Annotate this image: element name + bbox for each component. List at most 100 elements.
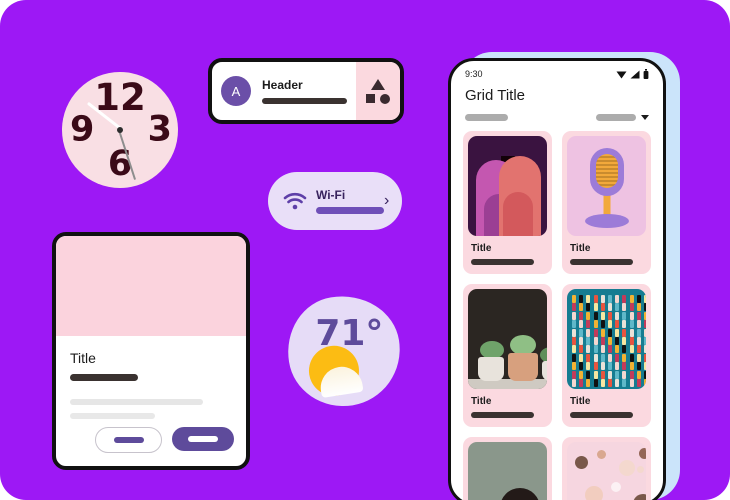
grid-card[interactable]: Title [562,437,651,500]
tile [579,337,584,345]
status-time: 9:30 [465,69,483,79]
chevron-down-icon [641,115,649,120]
tile [572,311,576,320]
tile [644,345,646,354]
avatar: A [221,76,251,106]
tile [615,345,620,354]
shapes-panel [356,62,400,120]
tile [636,320,641,329]
thumbnail-two-face-silhouettes [468,136,547,236]
grid-card-subtitle-bar [471,412,534,418]
tile [600,295,605,303]
tile [593,353,598,362]
tile [593,320,598,329]
tile [615,362,620,371]
clock-numeral-12: 12 [94,76,146,119]
design-showcase-canvas: 12 3 6 9 A Header Wi-Fi › Title 71° 9:30… [0,0,730,500]
clock-widget[interactable]: 12 3 6 9 [62,72,178,188]
wifi-tile[interactable]: Wi-Fi › [268,172,402,230]
tile [600,345,605,354]
tile [572,362,576,371]
tile [608,303,612,312]
tile [622,320,627,329]
grid-card-title: Title [471,396,492,407]
tile [615,303,620,312]
tile [615,379,620,387]
secondary-button-label-bar [113,437,144,443]
tile [600,337,605,345]
tile [615,337,620,345]
tile [600,328,605,337]
status-bar: 9:30 [451,61,663,79]
grid-card[interactable]: Title [562,131,651,274]
tile [644,337,646,345]
grid-card[interactable]: Title [463,437,552,500]
wifi-label: Wi-Fi [316,188,346,202]
tile [572,320,576,329]
card-title: Title [70,350,96,366]
tile [586,328,591,337]
tile [572,370,576,379]
plant-pot [542,361,547,381]
grid-card-title: Title [570,243,591,254]
face-right-head [503,192,533,236]
sort-dropdown[interactable] [596,114,649,121]
secondary-button[interactable] [95,427,162,453]
grid-card[interactable]: Title [463,284,552,427]
tile [579,362,584,371]
tile [572,328,576,337]
tile [629,379,634,387]
tile [622,295,627,303]
tile [615,320,620,329]
plant-pot [508,353,538,381]
header-card[interactable]: A Header [208,58,404,124]
tile [608,295,612,303]
tile [629,303,634,312]
signal-icon [630,70,640,79]
card-hero-image [56,236,246,336]
thumbnail-pink-bokeh [567,442,646,500]
tile [579,295,584,303]
card-text-line-1 [70,399,203,405]
tile [644,320,646,329]
wifi-placeholder-bar [316,207,384,214]
tile [636,311,641,320]
tile [629,295,634,303]
primary-button[interactable] [172,427,234,451]
filter-chip-left[interactable] [465,114,508,121]
media-card[interactable]: Title [52,232,250,470]
grid-card-title: Title [471,243,492,254]
phone-mock: 9:30 Grid Title Title Title Title Title [448,58,666,500]
tile [600,379,605,387]
tile [644,370,646,379]
tile [622,328,627,337]
tile [622,337,627,345]
tile [593,345,598,354]
tile [644,303,646,312]
tile [586,295,591,303]
card-subtitle-bar [70,374,138,381]
tile [593,362,598,371]
tile [629,345,634,354]
tile [636,370,641,379]
bokeh-dot [619,460,635,476]
card-body: Title [56,336,246,427]
tile [593,303,598,312]
tile [600,362,605,371]
grid-card-subtitle-bar [471,259,534,265]
weather-widget[interactable]: 71° [280,287,408,415]
filter-chip-right [596,114,636,121]
circle-icon [380,93,390,104]
tile [629,362,634,371]
grid-card[interactable]: Title [463,131,552,274]
tile [608,353,612,362]
grid-card[interactable]: Title [562,284,651,427]
tile [586,370,591,379]
bokeh-dot [611,482,621,492]
chevron-right-icon[interactable]: › [384,192,389,210]
temperature-label: 71° [315,312,384,354]
tile [600,370,605,379]
grid-card-caption: Title [562,236,651,274]
tile [572,337,576,345]
triangle-icon [371,78,385,90]
